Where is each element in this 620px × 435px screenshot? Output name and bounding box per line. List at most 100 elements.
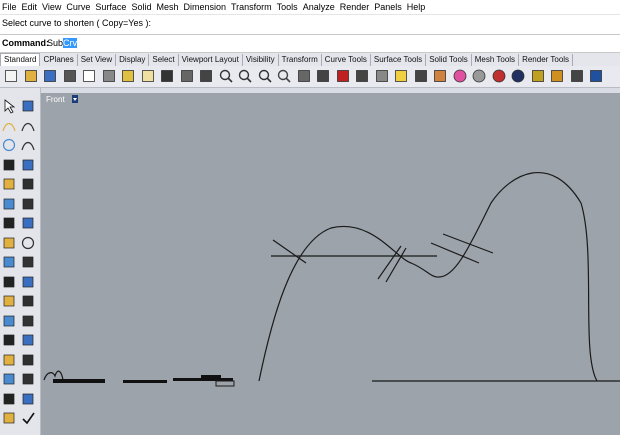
point-icon[interactable] bbox=[20, 98, 37, 115]
mirror-icon[interactable] bbox=[20, 371, 37, 388]
dimension-icon[interactable] bbox=[1, 391, 18, 408]
pan-icon[interactable] bbox=[179, 68, 195, 84]
transform-icon[interactable] bbox=[1, 293, 18, 310]
menu-file[interactable]: File bbox=[0, 0, 20, 14]
check-icon[interactable] bbox=[20, 410, 37, 427]
offset-icon[interactable] bbox=[20, 196, 37, 213]
tab-transform[interactable]: Transform bbox=[279, 54, 322, 66]
extrude-icon[interactable] bbox=[20, 215, 37, 232]
car-icon[interactable] bbox=[335, 68, 351, 84]
tab-solid-tools[interactable]: Solid Tools bbox=[426, 54, 472, 66]
tab-render-tools[interactable]: Render Tools bbox=[519, 54, 574, 66]
layer-icon[interactable] bbox=[432, 68, 448, 84]
command-typed: Sub bbox=[47, 38, 64, 48]
tab-surface-tools[interactable]: Surface Tools bbox=[371, 54, 427, 66]
menu-bar: File Edit View Curve Surface Solid Mesh Dimensi… bbox=[0, 0, 620, 14]
menu-curve[interactable]: Curve bbox=[64, 0, 93, 14]
tab-standard[interactable]: Standard bbox=[0, 53, 41, 66]
rotate-view-icon[interactable] bbox=[296, 68, 312, 84]
fillet-icon[interactable] bbox=[1, 196, 18, 213]
move-icon[interactable] bbox=[198, 68, 214, 84]
save-icon[interactable] bbox=[42, 68, 58, 84]
explode-icon[interactable] bbox=[20, 352, 37, 369]
select-arrow-icon[interactable] bbox=[1, 98, 18, 115]
polygon-icon[interactable] bbox=[1, 176, 18, 193]
tab-visibility[interactable]: Visibility bbox=[243, 54, 279, 66]
box-icon[interactable] bbox=[1, 235, 18, 252]
text-icon[interactable] bbox=[20, 391, 37, 408]
undo-icon[interactable] bbox=[159, 68, 175, 84]
command-input[interactable]: SubCrv bbox=[47, 38, 78, 48]
group-icon[interactable] bbox=[1, 352, 18, 369]
zoom-selected-icon[interactable] bbox=[276, 68, 292, 84]
sphere-icon[interactable] bbox=[20, 235, 37, 252]
menu-analyze[interactable]: Analyze bbox=[301, 0, 338, 14]
command-line[interactable]: Command: SubCrv bbox=[0, 34, 620, 53]
zoom-extents-icon[interactable] bbox=[257, 68, 273, 84]
cplane-icon[interactable] bbox=[374, 68, 390, 84]
color-wheel-icon[interactable] bbox=[452, 68, 468, 84]
circle-icon[interactable] bbox=[1, 137, 18, 154]
menu-edit[interactable]: Edit bbox=[20, 0, 41, 14]
copy-icon[interactable] bbox=[120, 68, 136, 84]
menu-panels[interactable]: Panels bbox=[372, 0, 405, 14]
solid-tools-icon[interactable] bbox=[20, 254, 37, 271]
menu-dimension[interactable]: Dimension bbox=[181, 0, 229, 14]
gear-icon[interactable] bbox=[549, 68, 565, 84]
menu-solid[interactable]: Solid bbox=[129, 0, 154, 14]
zoom-window-icon[interactable] bbox=[237, 68, 253, 84]
curve-icon[interactable] bbox=[20, 118, 37, 135]
trim-icon[interactable] bbox=[20, 313, 37, 330]
menu-transform[interactable]: Transform bbox=[229, 0, 275, 14]
menu-view[interactable]: View bbox=[40, 0, 64, 14]
tab-display[interactable]: Display bbox=[116, 54, 150, 66]
sphere-shade-icon[interactable] bbox=[471, 68, 487, 84]
import-icon[interactable] bbox=[81, 68, 97, 84]
arc-icon[interactable] bbox=[20, 137, 37, 154]
grid-icon[interactable] bbox=[569, 68, 585, 84]
tab-viewport-layout[interactable]: Viewport Layout bbox=[179, 54, 243, 66]
menu-render[interactable]: Render bbox=[338, 0, 373, 14]
drawing-canvas[interactable] bbox=[41, 93, 620, 435]
print-icon[interactable] bbox=[62, 68, 78, 84]
cylinder-icon[interactable] bbox=[1, 254, 18, 271]
open-icon[interactable] bbox=[23, 68, 39, 84]
curve-main bbox=[258, 172, 598, 382]
front-viewport[interactable]: Front bbox=[41, 93, 620, 435]
tab-select[interactable]: Select bbox=[149, 54, 179, 66]
rotate-icon[interactable] bbox=[1, 371, 18, 388]
split-icon[interactable] bbox=[1, 332, 18, 349]
freeform-icon[interactable] bbox=[20, 176, 37, 193]
rectangle-icon[interactable] bbox=[20, 157, 37, 174]
join-icon[interactable] bbox=[20, 332, 37, 349]
hatch-icon[interactable] bbox=[1, 410, 18, 427]
tab-mesh-tools[interactable]: Mesh Tools bbox=[472, 54, 520, 66]
pen-icon[interactable] bbox=[530, 68, 546, 84]
menu-help[interactable]: Help bbox=[405, 0, 429, 14]
tab-cplanes[interactable]: CPlanes bbox=[40, 54, 78, 66]
menu-surface[interactable]: Surface bbox=[93, 0, 129, 14]
help-icon[interactable] bbox=[588, 68, 604, 84]
polyline-icon[interactable] bbox=[1, 118, 18, 135]
zoom-dynamic-icon[interactable] bbox=[218, 68, 234, 84]
ellipse-icon[interactable] bbox=[1, 157, 18, 174]
menu-mesh[interactable]: Mesh bbox=[154, 0, 181, 14]
light-icon[interactable] bbox=[393, 68, 409, 84]
mesh-icon[interactable] bbox=[20, 274, 37, 291]
render-sphere-icon[interactable] bbox=[510, 68, 526, 84]
scale-icon[interactable] bbox=[1, 313, 18, 330]
four-view-icon[interactable] bbox=[315, 68, 331, 84]
standard-toolbar bbox=[0, 66, 620, 88]
lock-icon[interactable] bbox=[413, 68, 429, 84]
tab-curve-tools[interactable]: Curve Tools bbox=[322, 54, 371, 66]
tab-set-view[interactable]: Set View bbox=[78, 54, 117, 66]
paste-icon[interactable] bbox=[140, 68, 156, 84]
boolean-icon[interactable] bbox=[1, 274, 18, 291]
menu-tools[interactable]: Tools bbox=[275, 0, 301, 14]
options-icon[interactable] bbox=[354, 68, 370, 84]
material-sphere-icon[interactable] bbox=[491, 68, 507, 84]
surface-icon[interactable] bbox=[1, 215, 18, 232]
cut-icon[interactable] bbox=[101, 68, 117, 84]
array-icon[interactable] bbox=[20, 293, 37, 310]
new-icon[interactable] bbox=[3, 68, 19, 84]
